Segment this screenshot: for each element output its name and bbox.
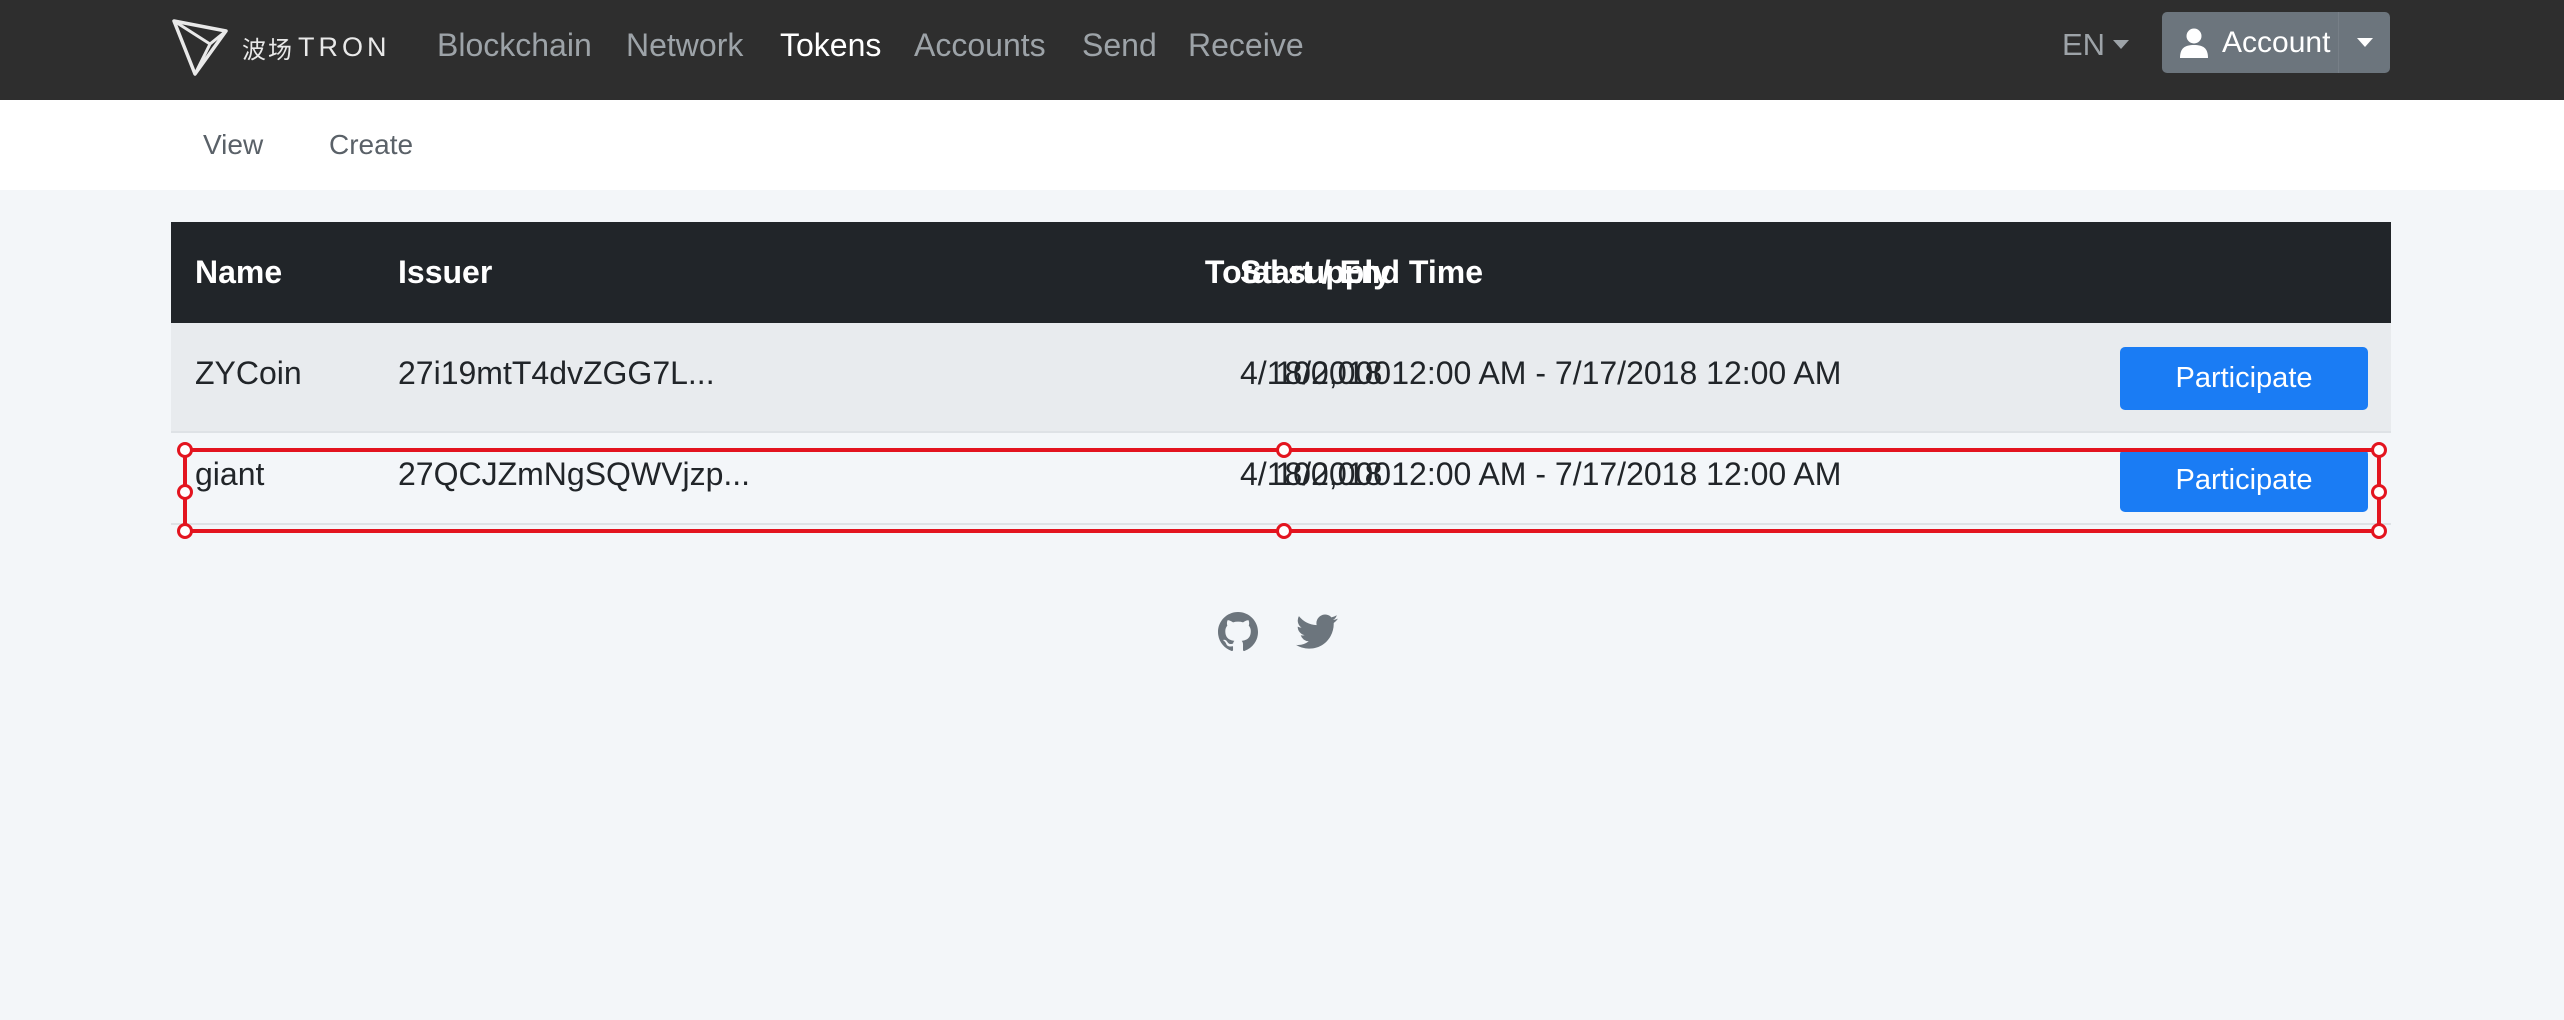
tron-logo-icon: [172, 19, 228, 76]
logo-chinese-text: 波场: [242, 35, 294, 64]
token-end-time: - 7/17/2018 12:00 AM: [1526, 354, 1842, 391]
header-start-end-time: Start / End Time: [1240, 254, 1484, 290]
subnav-create[interactable]: Create: [329, 127, 413, 163]
header-issuer: Issuer: [398, 254, 493, 290]
nav-accounts[interactable]: Accounts: [914, 25, 1046, 65]
token-start-time: 4/18/2018 12:00 AM: [1240, 354, 1527, 391]
language-dropdown[interactable]: EN: [2062, 25, 2130, 65]
token-issuer[interactable]: 27QCJZmNgSQWVjzp...: [398, 433, 750, 515]
participate-button[interactable]: Participate: [2120, 347, 2368, 410]
logo-text: TRON: [298, 31, 391, 62]
top-navbar: 波场 TRON Blockchain Network Tokens Accoun…: [0, 0, 2564, 100]
tron-logo[interactable]: 波场 TRON: [172, 16, 391, 78]
account-button[interactable]: Account: [2162, 12, 2390, 73]
token-end-time: - 7/17/2018 12:00 AM: [1526, 455, 1842, 492]
account-label: Account: [2222, 25, 2331, 59]
tokens-table: Name Issuer Total supply Start / End Tim…: [171, 222, 2391, 525]
header-name: Name: [195, 254, 283, 290]
token-start-end-time: 4/18/2018 12:00 AM - 7/17/2018 12:00 AM: [1240, 433, 1841, 515]
chevron-down-icon: [2113, 40, 2130, 50]
nav-tokens[interactable]: Tokens: [780, 25, 881, 65]
participate-button[interactable]: Participate: [2120, 449, 2368, 512]
table-row: ZYCoin 27i19mtT4dvZGG7L... 100,000 4/18/…: [171, 323, 2391, 433]
token-start-time: 4/18/2018 12:00 AM: [1240, 455, 1527, 492]
user-icon: [2180, 28, 2208, 58]
table-header: Name Issuer Total supply Start / End Tim…: [171, 222, 2391, 323]
resize-handle-bottom-right[interactable]: [2371, 523, 2387, 539]
account-dropdown-toggle[interactable]: [2338, 12, 2390, 73]
footer-social-links: [1218, 612, 1376, 657]
token-start-end-time: 4/18/2018 12:00 AM - 7/17/2018 12:00 AM: [1240, 323, 1841, 423]
chevron-down-icon: [2356, 38, 2373, 47]
token-name: ZYCoin: [195, 354, 302, 391]
nav-network[interactable]: Network: [626, 25, 743, 65]
sub-navbar: View Create: [0, 100, 2564, 190]
nav-send[interactable]: Send: [1082, 25, 1157, 65]
account-main-button[interactable]: Account: [2162, 12, 2338, 73]
subnav-view[interactable]: View: [203, 127, 263, 163]
token-issuer[interactable]: 27i19mtT4dvZGG7L...: [398, 323, 715, 423]
token-name: giant: [195, 455, 265, 492]
nav-blockchain[interactable]: Blockchain: [437, 25, 592, 65]
github-icon[interactable]: [1218, 612, 1258, 657]
table-row: giant 27QCJZmNgSQWVjzp... 100,000 4/18/2…: [171, 433, 2391, 525]
language-label: EN: [2062, 27, 2106, 62]
resize-handle-bottom-left[interactable]: [177, 523, 193, 539]
nav-receive[interactable]: Receive: [1188, 25, 1304, 65]
twitter-icon[interactable]: [1296, 614, 1338, 655]
resize-handle-bottom-center[interactable]: [1276, 523, 1292, 539]
